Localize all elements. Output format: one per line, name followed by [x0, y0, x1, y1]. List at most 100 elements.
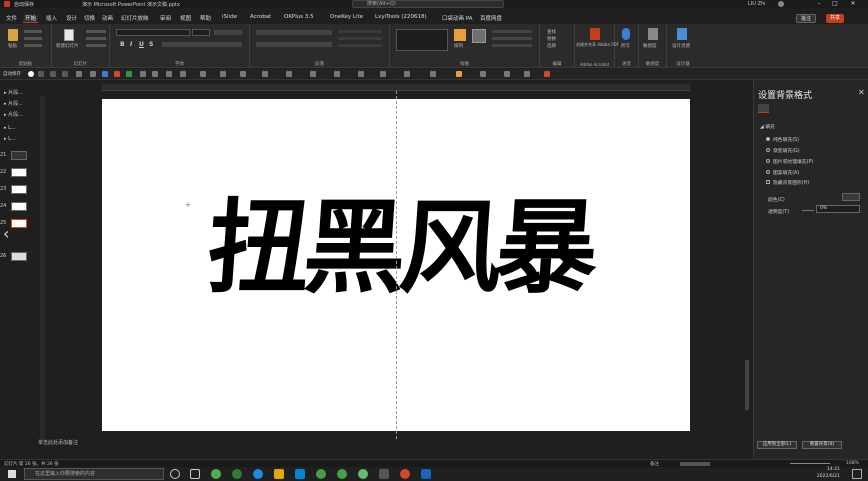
shape-fill-icon[interactable]	[492, 30, 532, 33]
qat-tool-icon[interactable]	[480, 71, 486, 77]
qat-tool-icon[interactable]	[262, 71, 268, 77]
chrome-icon[interactable]	[211, 469, 221, 479]
clock-time[interactable]: 14:21	[810, 467, 840, 472]
pdf-button[interactable]: 创建并共享 Adobe PDF	[576, 42, 619, 48]
reset-icon[interactable]	[86, 37, 106, 40]
app-icon[interactable]	[232, 469, 242, 479]
new-slide-icon[interactable]	[64, 29, 74, 41]
align-text-icon[interactable]	[338, 37, 382, 40]
designer-icon[interactable]	[677, 28, 687, 40]
font-grow-shrink-icon[interactable]	[214, 30, 242, 35]
menu-review[interactable]: 审阅	[160, 14, 171, 22]
sensitivity-icon[interactable]	[648, 28, 658, 40]
app-icon[interactable]	[358, 469, 368, 479]
qat-autosave-label[interactable]: 自动保存	[3, 71, 21, 77]
smartart-icon[interactable]	[338, 44, 382, 47]
slide-thumbnail[interactable]	[11, 202, 27, 211]
menu-lvyitools[interactable]: LvyiTools (220618)	[375, 14, 427, 20]
menu-okplus[interactable]: OKPlus 3.5	[284, 14, 314, 20]
menu-slideshow[interactable]: 幻灯片放映	[121, 14, 149, 22]
qat-tool-icon[interactable]	[404, 71, 410, 77]
section-icon[interactable]	[86, 44, 106, 47]
qat-tool-icon[interactable]	[152, 71, 158, 77]
wechat-icon[interactable]	[337, 469, 347, 479]
qat-tool-icon[interactable]	[286, 71, 292, 77]
font-name-dropdown[interactable]	[116, 29, 190, 36]
reset-background-button[interactable]: 重置背景(B)	[802, 441, 842, 449]
transparency-slider[interactable]	[802, 210, 814, 211]
menu-islide[interactable]: iSlide	[222, 14, 237, 20]
qat-tool-icon[interactable]	[240, 71, 246, 77]
section-header[interactable]: ▸ 片段...	[4, 100, 23, 107]
qat-tool-icon[interactable]	[220, 71, 226, 77]
qat-tool-icon[interactable]	[430, 71, 436, 77]
menu-pocket-animation[interactable]: 口袋动画 PA	[442, 14, 472, 22]
menu-acrobat[interactable]: Acrobat	[250, 14, 271, 20]
menu-help[interactable]: 帮助	[200, 14, 211, 22]
redo-icon[interactable]	[62, 71, 68, 77]
section-header[interactable]: ▸ 片段...	[4, 111, 23, 118]
windows-start-icon[interactable]	[8, 470, 16, 478]
text-direction-icon[interactable]	[338, 30, 382, 33]
designer-button[interactable]: 设计灵感	[672, 43, 690, 49]
replace-button[interactable]: 替换	[547, 36, 556, 42]
pattern-fill-radio[interactable]	[766, 170, 770, 174]
select-button[interactable]: 选择	[547, 43, 556, 49]
paste-icon[interactable]	[8, 29, 18, 41]
qat-tool-icon[interactable]	[102, 71, 108, 77]
clock-date[interactable]: 2022/6/21	[810, 474, 840, 479]
fill-bucket-icon[interactable]	[758, 104, 769, 113]
format-painter-icon[interactable]	[24, 44, 42, 47]
align-icons[interactable]	[256, 42, 332, 47]
user-name[interactable]: LIU Zhi	[748, 1, 766, 7]
menu-onekey[interactable]: OneKey Lite	[330, 14, 363, 20]
slide-thumbnail[interactable]	[11, 219, 27, 228]
qat-tool-icon[interactable]	[504, 71, 510, 77]
app-icon[interactable]	[316, 469, 326, 479]
cut-icon[interactable]	[24, 30, 42, 33]
section-header[interactable]: ▸ 片段...	[4, 89, 23, 96]
autosave-label[interactable]: 自动保存	[14, 1, 34, 8]
vertical-scrollbar[interactable]	[745, 360, 749, 410]
qat-tool-icon[interactable]	[380, 71, 386, 77]
slide-thumbnail[interactable]	[11, 151, 27, 160]
menu-file[interactable]: 文件	[6, 14, 17, 22]
qat-tool-icon[interactable]	[114, 71, 120, 77]
comments-button[interactable]: 批注	[796, 14, 817, 23]
close-icon[interactable]: ✕	[846, 0, 860, 8]
menu-insert[interactable]: 插入	[46, 14, 57, 22]
edge-icon[interactable]	[253, 469, 263, 479]
powerpoint-taskbar-icon[interactable]	[400, 469, 410, 479]
layout-icon[interactable]	[86, 30, 106, 33]
new-slide-label[interactable]: 新建幻灯片	[56, 43, 79, 49]
notes-placeholder[interactable]: 单击此处添加备注	[38, 439, 78, 446]
shapes-gallery[interactable]	[396, 29, 448, 51]
underline-icon[interactable]: U	[139, 41, 144, 48]
hide-bg-checkbox[interactable]	[766, 180, 770, 184]
arrange-label[interactable]: 排列	[454, 43, 463, 49]
slide-thumbnail[interactable]	[11, 168, 27, 177]
copy-icon[interactable]	[24, 37, 42, 40]
slide-thumbnail[interactable]	[11, 185, 27, 194]
taskbar-search-input[interactable]: 在这里输入你要搜索的内容	[24, 468, 164, 480]
qat-tool-icon[interactable]	[524, 71, 530, 77]
qat-tool-icon[interactable]	[200, 71, 206, 77]
undo-icon[interactable]	[50, 71, 56, 77]
view-buttons[interactable]	[680, 462, 710, 466]
menu-design[interactable]: 设计	[66, 14, 77, 22]
qat-tool-icon[interactable]	[180, 71, 186, 77]
search-input[interactable]: 搜索(Alt+Q)	[352, 0, 504, 8]
qat-tool-icon[interactable]	[90, 71, 96, 77]
center-guide-line[interactable]	[396, 91, 397, 439]
bold-icon[interactable]: B	[120, 41, 125, 48]
task-view-icon[interactable]	[190, 469, 200, 479]
notification-icon[interactable]	[852, 469, 862, 479]
app-icon[interactable]	[421, 469, 431, 479]
qat-tool-icon[interactable]	[358, 71, 364, 77]
dictate-button[interactable]: 听写	[621, 43, 630, 49]
cortana-icon[interactable]	[170, 469, 180, 479]
shape-effects-icon[interactable]	[492, 44, 532, 47]
slide-thumbnail[interactable]	[11, 252, 27, 261]
picture-fill-radio[interactable]	[766, 159, 770, 163]
zoom-slider[interactable]	[790, 463, 830, 464]
